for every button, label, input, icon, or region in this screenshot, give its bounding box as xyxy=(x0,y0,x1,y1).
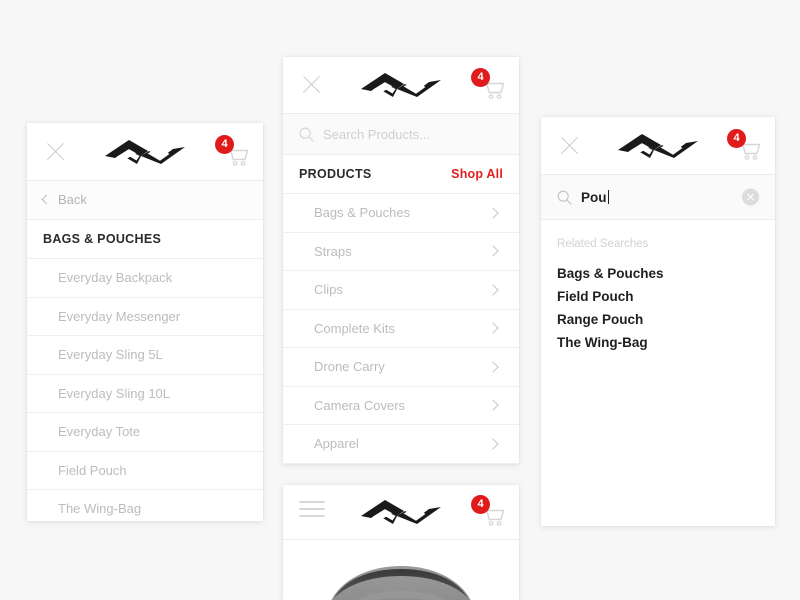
hamburger-line xyxy=(299,508,325,510)
products-title: PRODUCTS xyxy=(299,167,372,181)
list-item[interactable]: Everyday Messenger xyxy=(27,297,263,336)
search-icon xyxy=(299,127,314,142)
list-item-label: Everyday Backpack xyxy=(58,270,173,285)
menu-button[interactable] xyxy=(299,499,325,525)
list-item-label: Clips xyxy=(314,282,343,297)
list-item-label: Everyday Messenger xyxy=(58,308,181,324)
category-panel-appbar: 4 xyxy=(27,123,263,181)
search-result-item[interactable]: Field Pouch xyxy=(557,285,775,308)
list-item-label: Bags & Pouches xyxy=(314,205,411,220)
search-icon xyxy=(557,190,572,205)
chevron-right-icon xyxy=(487,399,499,411)
category-panel: 4 Back BAGS & POUCHES Everyday Backpack … xyxy=(27,123,263,521)
clear-search-button[interactable] xyxy=(742,188,759,206)
list-item-label: Everyday Sling 5L xyxy=(58,347,163,362)
close-button[interactable] xyxy=(43,139,69,165)
hamburger-line xyxy=(299,515,325,517)
peak-design-logo-icon xyxy=(361,73,441,97)
list-item-label: Everyday Tote xyxy=(58,424,141,439)
list-item[interactable]: Camera Covers xyxy=(283,386,519,425)
list-item[interactable]: Everyday Tote xyxy=(27,413,263,452)
cart-button[interactable]: 4 xyxy=(727,128,761,163)
text-cursor xyxy=(607,189,609,204)
peak-design-logo[interactable] xyxy=(359,68,443,102)
chevron-right-icon xyxy=(487,322,499,334)
main-menu-panel: 4 Search Products... PRODUCTS Shop All B… xyxy=(283,57,519,464)
cart-badge: 4 xyxy=(471,495,490,514)
product-page-panel: 4 xyxy=(283,485,519,600)
list-item-label: Camera Covers xyxy=(314,397,406,413)
list-item[interactable]: Everyday Sling 10L xyxy=(27,374,263,413)
close-button[interactable] xyxy=(299,72,325,98)
search-input-value: Pou xyxy=(581,189,607,205)
list-item-label: Apparel xyxy=(314,436,359,451)
list-item[interactable]: Apparel xyxy=(283,425,519,464)
search-input[interactable]: Search Products... xyxy=(323,127,430,142)
hamburger-icon xyxy=(299,499,325,519)
back-button[interactable]: Back xyxy=(27,181,263,220)
chevron-right-icon xyxy=(487,361,499,373)
list-item[interactable]: Complete Kits xyxy=(283,309,519,348)
close-button[interactable] xyxy=(557,133,583,159)
shop-all-link[interactable]: Shop All xyxy=(451,155,503,193)
sling-bag-photo[interactable] xyxy=(308,558,494,600)
peak-design-logo[interactable] xyxy=(103,135,187,169)
list-item-label: Field Pouch xyxy=(58,462,127,478)
back-label: Back xyxy=(58,192,87,207)
list-item[interactable]: Clips xyxy=(283,271,519,310)
main-menu-appbar: 4 xyxy=(283,57,519,114)
list-item-label: The Wing-Bag xyxy=(58,501,142,516)
list-item-label: Complete Kits xyxy=(314,320,395,336)
list-item[interactable]: Bags & Pouches xyxy=(283,194,519,233)
related-searches-label: Related Searches xyxy=(557,238,649,250)
list-item[interactable]: Straps xyxy=(283,232,519,271)
search-result-item[interactable]: Bags & Pouches xyxy=(557,262,775,285)
peak-design-logo[interactable] xyxy=(359,495,443,529)
search-panel-appbar: 4 xyxy=(541,117,775,175)
list-spacer xyxy=(283,463,519,464)
close-icon xyxy=(299,72,325,98)
cart-badge: 4 xyxy=(727,128,746,148)
cart-badge: 4 xyxy=(215,134,234,154)
cart-button[interactable]: 4 xyxy=(471,495,505,529)
search-panel: 4 Pou Related Searches Bags & Pouches Fi… xyxy=(541,117,775,526)
products-header: PRODUCTS Shop All xyxy=(283,155,519,194)
cart-badge: 4 xyxy=(471,68,490,87)
list-item[interactable]: The Wing-Bag xyxy=(27,490,263,521)
peak-design-logo-icon xyxy=(618,133,698,158)
close-icon xyxy=(557,133,583,159)
search-result-item[interactable]: The Wing-Bag xyxy=(557,331,775,354)
peak-design-logo-icon xyxy=(361,500,441,524)
cart-button[interactable]: 4 xyxy=(471,68,505,102)
search-bar[interactable]: Pou xyxy=(541,175,775,220)
close-icon xyxy=(43,139,69,165)
chevron-right-icon xyxy=(487,207,499,219)
search-bar[interactable]: Search Products... xyxy=(283,114,519,155)
list-item-label: Everyday Sling 10L xyxy=(58,385,171,401)
chevron-right-icon xyxy=(487,284,499,296)
list-item-label: Drone Carry xyxy=(314,359,385,374)
list-item[interactable]: Everyday Sling 5L xyxy=(27,336,263,375)
peak-design-logo-icon xyxy=(105,139,185,164)
product-image-area xyxy=(283,540,519,600)
category-section-title: BAGS & POUCHES xyxy=(27,220,263,259)
hamburger-line xyxy=(299,501,325,503)
chevron-left-icon xyxy=(41,194,52,205)
product-page-appbar: 4 xyxy=(283,485,519,540)
chevron-right-icon xyxy=(487,438,499,450)
search-result-item[interactable]: Range Pouch xyxy=(557,308,775,331)
peak-design-logo[interactable] xyxy=(616,129,700,163)
cart-button[interactable]: 4 xyxy=(215,134,249,169)
related-searches-section: Related Searches Bags & Pouches Field Po… xyxy=(541,220,775,354)
search-input[interactable]: Pou xyxy=(581,189,609,205)
list-item[interactable]: Field Pouch xyxy=(27,451,263,490)
list-item-label: Straps xyxy=(314,243,352,259)
chevron-right-icon xyxy=(487,245,499,257)
list-item[interactable]: Everyday Backpack xyxy=(27,259,263,298)
list-item[interactable]: Drone Carry xyxy=(283,348,519,387)
